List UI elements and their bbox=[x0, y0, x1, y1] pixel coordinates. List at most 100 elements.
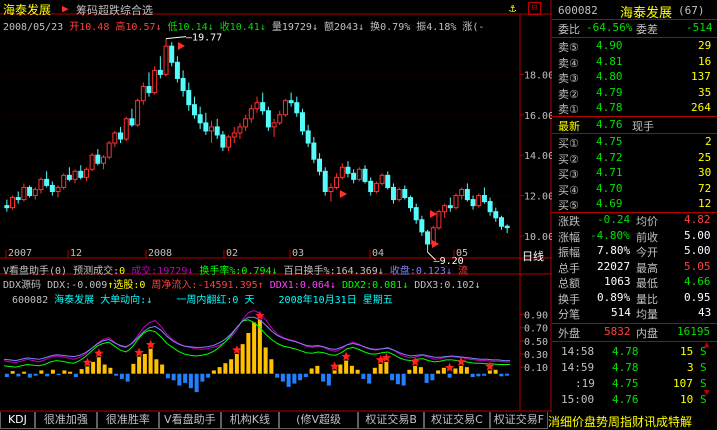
panel-divider bbox=[552, 323, 717, 324]
flow-bar bbox=[315, 365, 320, 374]
sell-price[interactable]: 4.80 bbox=[596, 70, 623, 83]
candle-body bbox=[101, 156, 106, 164]
scroll-down-icon[interactable]: ▼ bbox=[704, 388, 709, 398]
y-tick-label: 12.00 bbox=[524, 192, 552, 203]
candle-body bbox=[322, 170, 328, 192]
stat-value: 5.00 bbox=[684, 244, 711, 257]
sell-price[interactable]: 4.81 bbox=[596, 55, 623, 68]
candle-body bbox=[186, 90, 192, 106]
play-arrow-icon[interactable]: ▶ bbox=[62, 2, 69, 15]
candle-body bbox=[408, 197, 413, 209]
chart-area[interactable]: 10.0012.0014.0016.0018.00—19.77—9.202007… bbox=[0, 0, 552, 412]
panel-code: 600082 bbox=[558, 4, 598, 17]
formula-name[interactable]: 筹码超跌综合选 bbox=[76, 2, 153, 18]
sell-price[interactable]: 4.90 bbox=[596, 39, 623, 52]
flow-bar bbox=[395, 373, 400, 385]
candle-body bbox=[209, 126, 215, 132]
buy-label: 买② bbox=[558, 152, 579, 166]
tab-5[interactable]: (修V超级MACD) bbox=[278, 412, 359, 429]
tab-0[interactable]: KDJ bbox=[0, 412, 35, 429]
candle-body bbox=[442, 205, 448, 213]
candle-body bbox=[106, 142, 112, 158]
tab-6[interactable]: 权证交易B bbox=[358, 412, 425, 429]
flow-bar bbox=[441, 367, 446, 374]
buy-label: 买④ bbox=[558, 183, 579, 197]
candle-body bbox=[203, 122, 209, 132]
lock-icon[interactable]: ⚓ bbox=[509, 1, 516, 15]
candle-body bbox=[504, 225, 510, 229]
candle-body bbox=[362, 168, 368, 182]
candle-body bbox=[447, 205, 453, 209]
tab-8[interactable]: 权证交易F bbox=[489, 412, 549, 429]
flow-bar bbox=[476, 373, 481, 377]
tab-1[interactable]: 很准加强 bbox=[34, 412, 97, 429]
x-tick-label: 02 bbox=[226, 248, 238, 259]
panel-divider bbox=[552, 19, 717, 20]
scroll-up-icon[interactable]: ▲ bbox=[704, 340, 709, 350]
candle-body bbox=[163, 45, 169, 75]
latest-price: 4.76 bbox=[596, 118, 623, 131]
flow-bar bbox=[430, 373, 435, 381]
buy-price[interactable]: 4.75 bbox=[596, 135, 623, 148]
candle-body bbox=[334, 176, 340, 188]
tab-3[interactable]: V看盘助手 bbox=[158, 412, 221, 429]
sell-price[interactable]: 4.78 bbox=[596, 101, 623, 114]
candle-body bbox=[470, 199, 476, 207]
candle-body bbox=[271, 122, 277, 128]
flow-bar bbox=[56, 373, 61, 376]
buy-price[interactable]: 4.70 bbox=[596, 182, 623, 195]
sell-volume: 16 bbox=[698, 54, 712, 68]
tick-volume: 10 bbox=[680, 393, 694, 406]
inner-label: 内盘 bbox=[636, 327, 658, 340]
info-field-2: 低10.14↓ bbox=[161, 22, 214, 33]
candle-body bbox=[214, 126, 220, 136]
candle-body bbox=[146, 86, 152, 94]
ddx-source[interactable]: DDX源码 bbox=[3, 280, 41, 291]
tab-4[interactable]: 机构K线 bbox=[220, 412, 279, 429]
panel-divider bbox=[552, 341, 717, 342]
tick-time: 15:00 bbox=[561, 393, 595, 406]
period-label[interactable]: 日线 bbox=[522, 248, 544, 264]
stat-value: 7.80% bbox=[597, 244, 631, 257]
tab-2[interactable]: 很准胜率 bbox=[96, 412, 159, 429]
candle-body bbox=[180, 77, 186, 92]
series-line bbox=[3, 319, 510, 368]
buy-price[interactable]: 4.71 bbox=[596, 166, 623, 179]
buy-volume: 12 bbox=[698, 197, 712, 210]
week-red-value: 0 bbox=[232, 295, 239, 306]
candle-body bbox=[49, 184, 55, 192]
info-field-6: 换0.79% bbox=[364, 22, 411, 33]
candle-body bbox=[78, 170, 84, 178]
buy-price[interactable]: 4.72 bbox=[596, 151, 623, 164]
x-tick-label: 03 bbox=[292, 248, 304, 259]
candle-body bbox=[243, 118, 249, 128]
sell-price[interactable]: 4.79 bbox=[596, 86, 623, 99]
candle-body bbox=[277, 114, 283, 124]
flow-bar bbox=[45, 373, 50, 377]
flow-bar bbox=[206, 373, 211, 378]
flow-bar bbox=[413, 365, 418, 374]
flow-bar bbox=[401, 373, 406, 386]
flow-bar bbox=[263, 347, 268, 374]
x-tick-label: 2008 bbox=[148, 248, 172, 259]
candle-body bbox=[385, 174, 391, 188]
panel-divider bbox=[552, 116, 717, 117]
candle-body bbox=[231, 132, 237, 138]
stat-label: 总手 bbox=[558, 261, 580, 275]
high-annotation: —19.77 bbox=[186, 33, 222, 44]
flow-bar bbox=[332, 370, 337, 374]
collapse-button[interactable]: ⊟ bbox=[528, 2, 541, 15]
stat-label: 量比 bbox=[636, 292, 658, 306]
candle-body bbox=[419, 219, 425, 233]
star-icon bbox=[82, 357, 93, 367]
flow-bar bbox=[223, 363, 228, 374]
sell-label: 卖④ bbox=[558, 56, 579, 70]
candle-body bbox=[248, 108, 254, 120]
tab-7[interactable]: 权证交易C bbox=[424, 412, 490, 429]
info-marquee[interactable]: 消细价盘势周指财讯成特解 bbox=[548, 413, 692, 430]
star-icon bbox=[134, 347, 144, 357]
buy-price[interactable]: 4.69 bbox=[596, 197, 623, 210]
candle-body bbox=[66, 174, 72, 180]
flow-bar bbox=[4, 373, 9, 377]
sell-volume: 264 bbox=[691, 101, 711, 114]
